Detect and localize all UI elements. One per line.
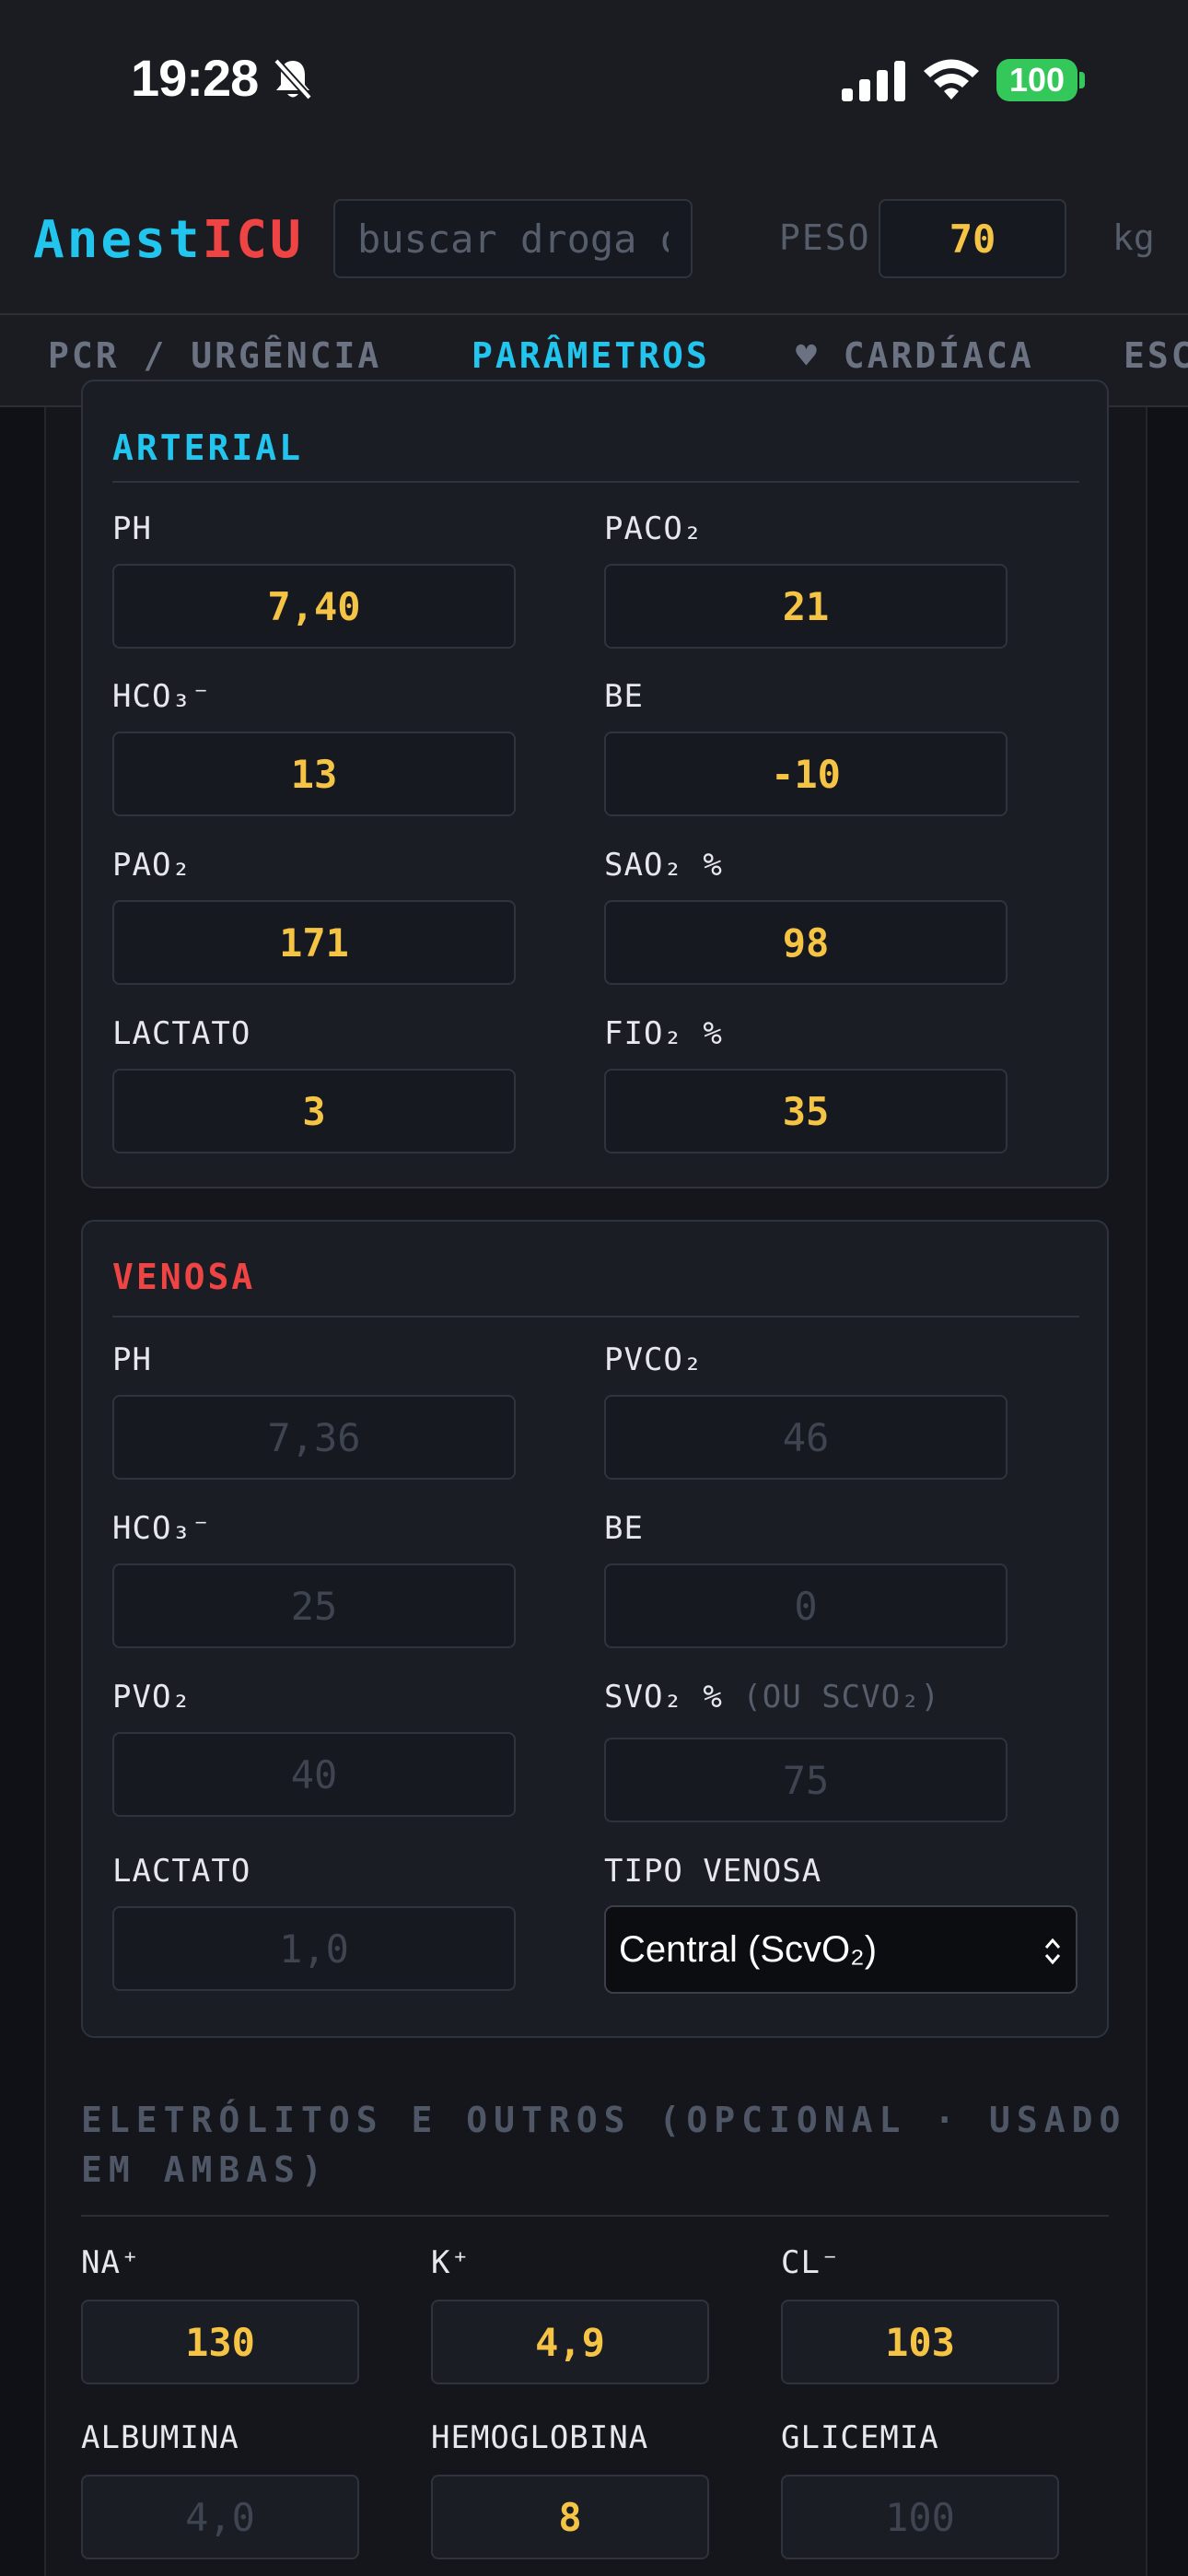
logo-part-anest: Anest <box>33 210 203 270</box>
arterial-be-input[interactable]: -10 <box>604 732 1007 816</box>
glicemia-label: GLICEMIA <box>781 2419 939 2456</box>
k-label: K⁺ <box>431 2244 471 2281</box>
tab-parametros[interactable]: PARÂMETROS <box>472 335 710 376</box>
tab-pcr-urgencia[interactable]: PCR / URGÊNCIA <box>48 335 381 376</box>
venosa-pvo2-input[interactable]: 40 <box>112 1732 516 1817</box>
arterial-be-label: BE <box>604 678 644 715</box>
venosa-hco3-label: HCO₃⁻ <box>112 1510 212 1547</box>
status-time: 19:28 <box>131 49 259 107</box>
venosa-svo2-label: SVO₂ % (OU SCVO₂) <box>604 1679 940 1715</box>
cl-label: CL⁻ <box>781 2244 841 2281</box>
weight-input[interactable]: 70 <box>879 199 1066 278</box>
venosa-be-label: BE <box>604 1510 644 1547</box>
glicemia-input[interactable]: 100 <box>781 2475 1059 2559</box>
venosa-type-label: TIPO VENOSA <box>604 1853 822 1890</box>
eletrolitos-divider <box>81 2215 1109 2217</box>
venosa-svo2-label-note: (OU SCVO₂) <box>742 1679 941 1715</box>
venosa-lactato-input[interactable]: 1,0 <box>112 1906 516 1991</box>
venosa-type-select[interactable]: Central (ScvO₂) <box>604 1905 1077 1994</box>
k-input[interactable]: 4,9 <box>431 2300 709 2384</box>
eletrolitos-title-line2: EM AMBAS) <box>81 2149 329 2190</box>
arterial-paco2-input[interactable]: 21 <box>604 564 1007 649</box>
venosa-ph-input[interactable]: 7,36 <box>112 1395 516 1480</box>
drug-search-input[interactable] <box>333 199 693 278</box>
arterial-pao2-label: PAO₂ <box>112 847 192 884</box>
arterial-hco3-label: HCO₃⁻ <box>112 678 212 715</box>
battery-indicator: 100 <box>996 59 1077 101</box>
venosa-card: VENOSA PH 7,36 PVCO₂ 46 HCO₃⁻ 25 BE 0 PV… <box>81 1220 1109 2038</box>
tab-cardiaca[interactable]: ♥ CARDÍACA <box>796 335 1034 376</box>
status-bar: 19:28 100 <box>0 0 1188 166</box>
bell-muted-icon <box>274 58 312 100</box>
arterial-lactato-input[interactable]: 3 <box>112 1069 516 1153</box>
logo-part-icu: ICU <box>202 210 304 270</box>
cl-input[interactable]: 103 <box>781 2300 1059 2384</box>
arterial-hco3-input[interactable]: 13 <box>112 732 516 816</box>
wifi-icon <box>924 59 979 100</box>
arterial-ph-input[interactable]: 7,40 <box>112 564 516 649</box>
hemoglobina-label: HEMOGLOBINA <box>431 2419 649 2456</box>
venosa-title: VENOSA <box>112 1257 256 1297</box>
arterial-lactato-label: LACTATO <box>112 1015 251 1052</box>
eletrolitos-title-line1: ELETRÓLITOS E OUTROS (OPCIONAL · USADO <box>81 2100 1127 2140</box>
albumina-label: ALBUMINA <box>81 2419 239 2456</box>
na-input[interactable]: 130 <box>81 2300 359 2384</box>
arterial-pao2-input[interactable]: 171 <box>112 900 516 985</box>
na-label: NA⁺ <box>81 2244 141 2281</box>
venosa-pvco2-label: PVCO₂ <box>604 1341 704 1378</box>
app-header: AnestICU PESO 70 kg <box>0 166 1188 313</box>
cellular-signal-icon <box>842 61 905 101</box>
venosa-ph-label: PH <box>112 1341 152 1378</box>
battery-cap <box>1079 72 1085 88</box>
arterial-card: ARTERIAL PH 7,40 PACO₂ 21 HCO₃⁻ 13 BE -1… <box>81 380 1109 1188</box>
arterial-fio2-input[interactable]: 35 <box>604 1069 1007 1153</box>
venosa-svo2-input[interactable]: 75 <box>604 1738 1007 1822</box>
venosa-svo2-label-text: SVO₂ % <box>604 1679 723 1715</box>
arterial-fio2-label: FIO₂ % <box>604 1015 723 1052</box>
arterial-paco2-label: PACO₂ <box>604 510 704 547</box>
venosa-be-input[interactable]: 0 <box>604 1563 1007 1648</box>
arterial-divider <box>112 481 1079 483</box>
weight-label: PESO <box>779 217 871 258</box>
venosa-lactato-label: LACTATO <box>112 1853 251 1890</box>
arterial-title: ARTERIAL <box>112 427 304 468</box>
weight-unit: kg <box>1112 217 1155 258</box>
venosa-hco3-input[interactable]: 25 <box>112 1563 516 1648</box>
eletrolitos-title: ELETRÓLITOS E OUTROS (OPCIONAL · USADO E… <box>81 2095 1126 2195</box>
venosa-pvco2-input[interactable]: 46 <box>604 1395 1007 1480</box>
venosa-type-selected: Central (ScvO₂) <box>619 1928 878 1970</box>
arterial-sao2-input[interactable]: 98 <box>604 900 1007 985</box>
hemoglobina-input[interactable]: 8 <box>431 2475 709 2559</box>
main-content: ARTERIAL PH 7,40 PACO₂ 21 HCO₃⁻ 13 BE -1… <box>44 380 1147 2576</box>
venosa-pvo2-label: PVO₂ <box>112 1679 192 1715</box>
app-logo[interactable]: AnestICU <box>33 210 304 270</box>
arterial-ph-label: PH <box>112 510 152 547</box>
albumina-input[interactable]: 4,0 <box>81 2475 359 2559</box>
arterial-sao2-label: SAO₂ % <box>604 847 723 884</box>
venosa-divider <box>112 1316 1079 1317</box>
tab-escores[interactable]: ESCORES <box>1124 335 1188 376</box>
select-updown-icon <box>1044 1938 1061 1965</box>
